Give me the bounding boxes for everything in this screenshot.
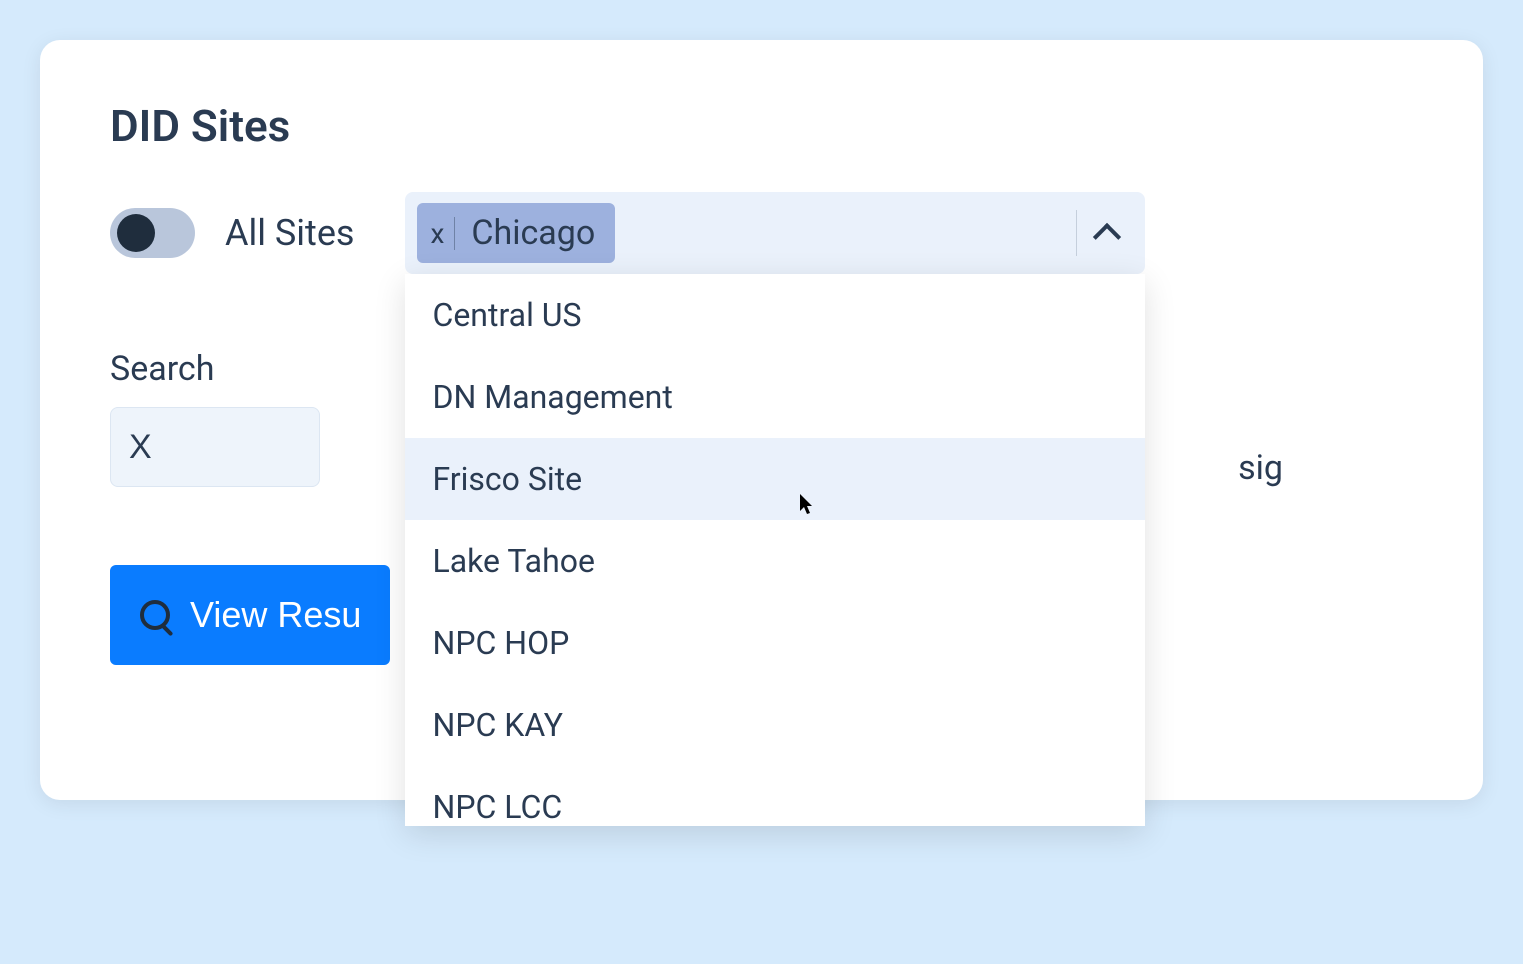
view-button-label: View Resu	[190, 594, 361, 636]
view-results-button[interactable]: View Resu	[110, 565, 390, 665]
selected-chips: x Chicago	[417, 203, 616, 263]
all-sites-toggle-group: All Sites	[110, 208, 355, 258]
chevron-up-icon[interactable]	[1092, 223, 1120, 251]
site-dropdown: Central US DN Management Frisco Site Lak…	[405, 274, 1145, 826]
option-npc-kay[interactable]: NPC KAY	[405, 684, 1145, 766]
option-dn-management[interactable]: DN Management	[405, 356, 1145, 438]
option-lake-tahoe[interactable]: Lake Tahoe	[405, 520, 1145, 602]
toggle-knob	[117, 214, 155, 252]
site-multiselect[interactable]: x Chicago Central US DN Management Frisc…	[405, 192, 1145, 274]
chip-chicago: x Chicago	[417, 203, 616, 263]
divider	[1076, 210, 1077, 256]
chip-remove-icon[interactable]: x	[431, 217, 456, 250]
option-central-us[interactable]: Central US	[405, 274, 1145, 356]
option-npc-lcc[interactable]: NPC LCC	[405, 766, 1145, 826]
did-sites-card: DID Sites All Sites x Chicago	[40, 40, 1483, 800]
select-right	[1076, 210, 1133, 256]
controls-row: All Sites x Chicago Central US DN Manage…	[110, 192, 1413, 274]
option-npc-hop[interactable]: NPC HOP	[405, 602, 1145, 684]
search-input[interactable]	[110, 407, 320, 487]
page-title: DID Sites	[110, 100, 1413, 152]
mouse-cursor	[800, 494, 816, 521]
option-frisco-site[interactable]: Frisco Site	[405, 438, 1145, 520]
chip-label: Chicago	[465, 213, 595, 253]
all-sites-toggle[interactable]	[110, 208, 195, 258]
search-icon	[140, 600, 170, 630]
select-box[interactable]: x Chicago	[405, 192, 1145, 274]
toggle-label: All Sites	[225, 212, 355, 254]
partial-text-behind-dropdown: sig	[1238, 448, 1283, 488]
